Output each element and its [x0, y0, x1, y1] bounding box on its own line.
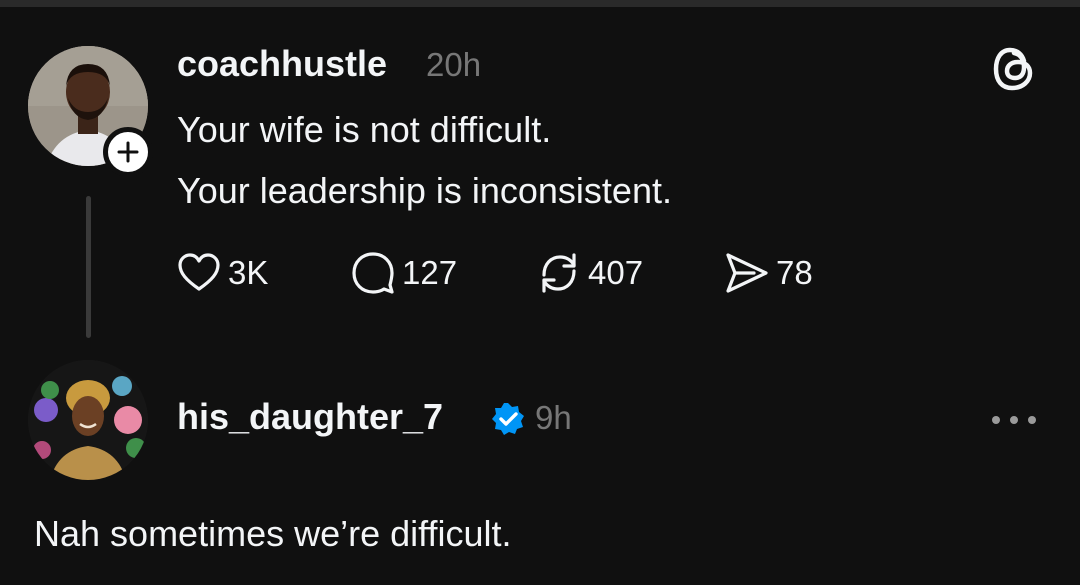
- repost-button[interactable]: 407: [536, 251, 643, 295]
- send-icon: [726, 253, 768, 293]
- share-button[interactable]: 78: [724, 251, 813, 295]
- ellipsis-icon[interactable]: [988, 410, 1040, 430]
- post-text-line: Your leadership is inconsistent.: [177, 170, 672, 211]
- heart-icon: [178, 253, 220, 291]
- verified-badge-icon: [492, 403, 524, 435]
- threads-logo-icon[interactable]: [990, 44, 1038, 94]
- share-count: 78: [776, 254, 813, 291]
- thread-connector-line: [86, 196, 91, 338]
- repost-icon: [542, 253, 576, 293]
- plus-icon: [117, 141, 139, 163]
- author-username[interactable]: coachhustle: [177, 44, 387, 84]
- reply-author-username[interactable]: his_daughter_7: [177, 397, 443, 437]
- comment-icon: [352, 252, 394, 294]
- reply-author-avatar[interactable]: [28, 360, 148, 480]
- post-text-line: Your wife is not difficult.: [177, 109, 552, 150]
- like-count: 3K: [228, 254, 269, 291]
- reply-text: Nah sometimes we’re difficult.: [34, 513, 512, 554]
- like-button[interactable]: 3K: [176, 251, 268, 295]
- reply-count: 127: [402, 254, 458, 291]
- reply-timestamp: 9h: [535, 399, 572, 436]
- reply-button[interactable]: 127: [350, 251, 457, 295]
- post-timestamp: 20h: [426, 46, 482, 83]
- follow-button[interactable]: [103, 127, 153, 177]
- repost-count: 407: [588, 254, 644, 291]
- thread-post: coachhustle 20h Your wife is not difficu…: [0, 0, 1080, 585]
- reply-avatar-photo: [28, 360, 148, 480]
